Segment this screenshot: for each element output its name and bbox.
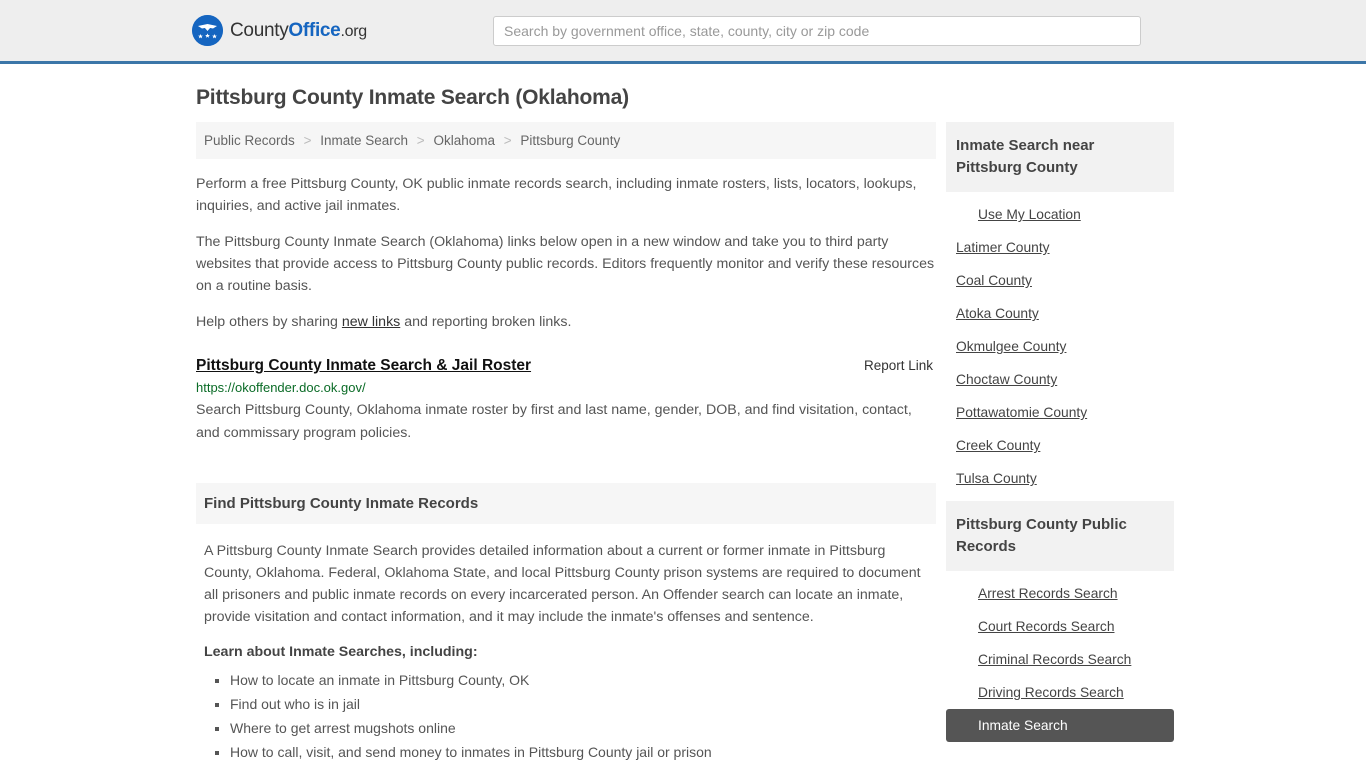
sidebar-item-choctaw-county[interactable]: Choctaw County: [946, 363, 1174, 396]
sidebar-item-atoka-county[interactable]: Atoka County: [946, 297, 1174, 330]
search-input[interactable]: [493, 15, 1141, 46]
sidebar-list-nearby: Use My Location Latimer County Coal Coun…: [946, 192, 1174, 497]
list-item: How to call, visit, and send money to in…: [230, 742, 936, 763]
sidebar-item-creek-county[interactable]: Creek County: [946, 429, 1174, 462]
sidebar-item-inmate-search[interactable]: Inmate Search: [946, 709, 1174, 742]
sidebar-block-public-records: Pittsburg County Public Records Arrest R…: [946, 501, 1174, 744]
content-columns: Public Records > Inmate Search > Oklahom…: [196, 122, 1174, 768]
intro-paragraph-3: Help others by sharing new links and rep…: [196, 311, 936, 333]
section-paragraph: A Pittsburg County Inmate Search provide…: [204, 543, 921, 625]
breadcrumb-item-public-records[interactable]: Public Records: [204, 133, 295, 148]
sidebar-list-public-records: Arrest Records Search Court Records Sear…: [946, 571, 1174, 744]
logo-word-county: County: [230, 19, 289, 41]
sidebar-item-coal-county[interactable]: Coal County: [946, 264, 1174, 297]
eagle-shield-icon: [192, 15, 223, 46]
page-title: Pittsburg County Inmate Search (Oklahoma…: [196, 86, 629, 109]
list-item: Find out who is in jail: [230, 694, 936, 715]
sidebar-item-arrest-records-search[interactable]: Arrest Records Search: [946, 577, 1174, 610]
page-container: Pittsburg County Inmate Search (Oklahoma…: [0, 86, 1366, 768]
section-lead-in: Learn about Inmate Searches, including:: [204, 644, 478, 660]
list-item: How to locate an inmate in Pittsburg Cou…: [230, 670, 936, 691]
site-logo-text: CountyOffice.org: [230, 20, 367, 42]
sidebar-heading-nearby: Inmate Search near Pittsburg County: [946, 122, 1174, 192]
logo-word-office: Office: [288, 19, 341, 41]
breadcrumb-separator: >: [303, 133, 312, 148]
sidebar-item-court-records-search[interactable]: Court Records Search: [946, 610, 1174, 643]
sidebar-item-tulsa-county[interactable]: Tulsa County: [946, 462, 1174, 495]
result-description: Search Pittsburg County, Oklahoma inmate…: [196, 402, 912, 441]
report-link-button[interactable]: Report Link: [864, 358, 936, 373]
intro-paragraph-2: The Pittsburg County Inmate Search (Okla…: [196, 234, 935, 294]
search-bar: [493, 15, 1141, 46]
breadcrumb-item-inmate-search[interactable]: Inmate Search: [320, 133, 408, 148]
sidebar-item-criminal-records-search[interactable]: Criminal Records Search: [946, 643, 1174, 676]
result-header-row: Pittsburg County Inmate Search & Jail Ro…: [196, 357, 936, 375]
sidebar-item-latimer-county[interactable]: Latimer County: [946, 231, 1174, 264]
logo-word-org: .org: [340, 22, 367, 40]
result-url: https://okoffender.doc.ok.gov/: [196, 380, 366, 395]
breadcrumb: Public Records > Inmate Search > Oklahom…: [196, 122, 936, 159]
result-entry: Pittsburg County Inmate Search & Jail Ro…: [196, 357, 936, 445]
learn-about-list: How to locate an inmate in Pittsburg Cou…: [204, 670, 936, 768]
section-body: A Pittsburg County Inmate Search provide…: [196, 524, 936, 768]
result-title-link[interactable]: Pittsburg County Inmate Search & Jail Ro…: [196, 357, 531, 375]
sidebar-item-driving-records-search[interactable]: Driving Records Search: [946, 676, 1174, 709]
share-text-after: and reporting broken links.: [400, 314, 572, 330]
section-heading: Find Pittsburg County Inmate Records: [196, 483, 936, 524]
sidebar-heading-public-records: Pittsburg County Public Records: [946, 501, 1174, 571]
breadcrumb-item-oklahoma[interactable]: Oklahoma: [433, 133, 495, 148]
sidebar-item-okmulgee-county[interactable]: Okmulgee County: [946, 330, 1174, 363]
site-header: CountyOffice.org: [0, 0, 1366, 64]
main-content: Public Records > Inmate Search > Oklahom…: [196, 122, 936, 768]
breadcrumb-item-pittsburg-county: Pittsburg County: [520, 133, 621, 148]
list-item: Where to get arrest mugshots online: [230, 718, 936, 739]
new-links-link[interactable]: new links: [342, 314, 400, 330]
site-logo[interactable]: CountyOffice.org: [192, 15, 367, 46]
share-text-before: Help others by sharing: [196, 314, 342, 330]
sidebar: Inmate Search near Pittsburg County Use …: [946, 122, 1174, 748]
sidebar-item-pottawatomie-county[interactable]: Pottawatomie County: [946, 396, 1174, 429]
find-records-section: Find Pittsburg County Inmate Records A P…: [196, 483, 936, 768]
breadcrumb-separator: >: [503, 133, 512, 148]
intro-paragraph-1: Perform a free Pittsburg County, OK publ…: [196, 176, 917, 214]
breadcrumb-separator: >: [416, 133, 425, 148]
sidebar-item-use-my-location[interactable]: Use My Location: [946, 198, 1174, 231]
sidebar-block-nearby: Inmate Search near Pittsburg County Use …: [946, 122, 1174, 497]
